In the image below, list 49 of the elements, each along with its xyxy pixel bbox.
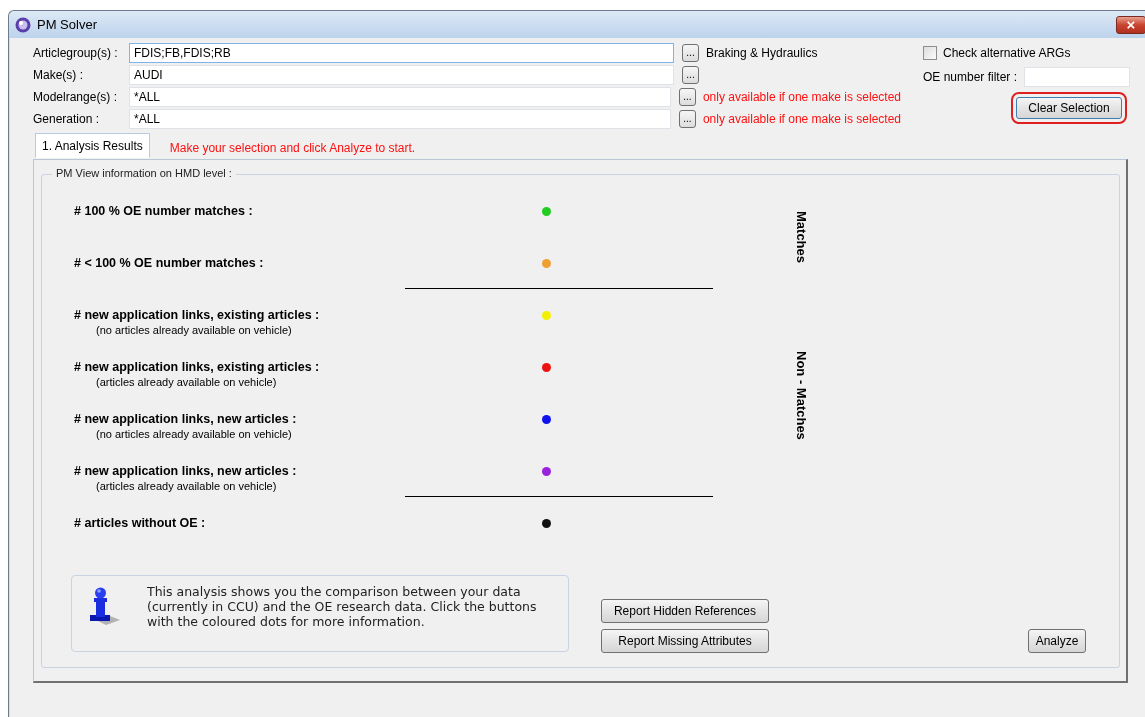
result-label: # new application links, new articles : xyxy=(74,411,298,427)
field-label: Make(s) : xyxy=(33,68,84,82)
status-dot[interactable] xyxy=(542,415,551,424)
info-text: This analysis shows you the comparison between your data (currently in CCU) and the OE research data. Click the buttons with the coloured dots for more information. xyxy=(147,584,538,629)
close-button[interactable]: × xyxy=(1116,15,1145,34)
status-dot[interactable] xyxy=(542,311,551,320)
input-field[interactable]: AUDI xyxy=(129,65,674,85)
section-label: Matches xyxy=(794,211,809,263)
status-dot[interactable] xyxy=(542,519,551,528)
result-sublabel: (articles already available on vehicle) xyxy=(95,479,278,493)
tab[interactable]: 1. Analysis Results xyxy=(35,133,150,158)
report-button[interactable]: Report Hidden References xyxy=(601,599,769,623)
section-label: Non - Matches xyxy=(794,350,809,440)
result-label: # 100 % OE number matches : xyxy=(74,203,254,219)
window-title: PM Solver xyxy=(37,17,97,32)
result-label: # articles without OE : xyxy=(74,515,207,531)
status-dot[interactable] xyxy=(542,467,551,476)
report-button[interactable]: Report Missing Attributes xyxy=(601,629,769,653)
result-label: # new application links, existing articles : xyxy=(74,307,321,323)
checkbox-label: Check alternative ARGs xyxy=(943,46,1071,60)
result-sublabel: (no articles already available on vehicle) xyxy=(95,323,293,337)
input-field[interactable]: *ALL xyxy=(129,87,671,107)
group-legend: PM View information on HMD level : xyxy=(52,167,236,179)
app-icon xyxy=(15,16,31,33)
filter-label: OE number filter : xyxy=(923,70,1018,84)
checkbox[interactable] xyxy=(923,46,937,60)
input-field[interactable]: FDIS;FB,FDIS;RB xyxy=(129,43,674,63)
input-field[interactable] xyxy=(1024,67,1131,87)
browse-button[interactable]: ... xyxy=(682,44,699,62)
field-note: only available if one make is selected xyxy=(702,90,901,104)
field-label: Modelrange(s) : xyxy=(33,90,119,104)
result-label: # < 100 % OE number matches : xyxy=(74,255,265,271)
result-sublabel: (articles already available on vehicle) xyxy=(95,375,278,389)
status-dot[interactable] xyxy=(542,259,551,268)
result-label: # new application links, new articles : xyxy=(74,463,298,479)
browse-button[interactable]: ... xyxy=(678,110,696,128)
status-dot[interactable] xyxy=(542,207,551,216)
result-sublabel: (no articles already available on vehicle) xyxy=(95,427,293,441)
browse-button[interactable]: ... xyxy=(678,88,696,106)
status-message: Make your selection and click Analyze to start. xyxy=(169,140,416,155)
input-field[interactable]: *ALL xyxy=(129,109,671,129)
browse-button[interactable]: ... xyxy=(682,66,699,84)
field-label: Generation : xyxy=(33,112,101,126)
field-note: only available if one make is selected xyxy=(702,112,901,126)
field-note: Braking & Hydraulics xyxy=(706,46,818,60)
status-dot[interactable] xyxy=(542,363,551,372)
result-label: # new application links, existing articles : xyxy=(74,359,321,375)
field-label: Articlegroup(s) : xyxy=(33,46,119,60)
analyze-button[interactable]: Analyze xyxy=(1028,629,1086,653)
